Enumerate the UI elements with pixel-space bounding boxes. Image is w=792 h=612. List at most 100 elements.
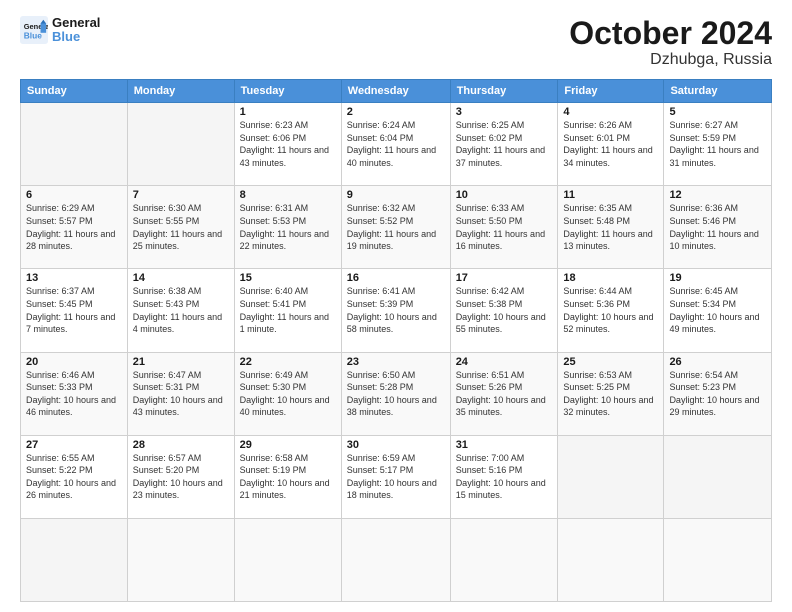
svg-text:Blue: Blue	[24, 31, 42, 41]
day-info: Sunrise: 6:54 AM Sunset: 5:23 PM Dayligh…	[669, 369, 766, 419]
calendar-cell: 9Sunrise: 6:32 AM Sunset: 5:52 PM Daylig…	[341, 186, 450, 269]
day-info: Sunrise: 6:32 AM Sunset: 5:52 PM Dayligh…	[347, 202, 445, 252]
day-number: 7	[133, 189, 229, 201]
day-info: Sunrise: 6:25 AM Sunset: 6:02 PM Dayligh…	[456, 119, 553, 169]
calendar-cell	[234, 518, 341, 601]
day-info: Sunrise: 6:33 AM Sunset: 5:50 PM Dayligh…	[456, 202, 553, 252]
day-info: Sunrise: 6:59 AM Sunset: 5:17 PM Dayligh…	[347, 452, 445, 502]
calendar-cell: 10Sunrise: 6:33 AM Sunset: 5:50 PM Dayli…	[450, 186, 558, 269]
calendar-cell: 11Sunrise: 6:35 AM Sunset: 5:48 PM Dayli…	[558, 186, 664, 269]
calendar-cell	[664, 435, 772, 518]
calendar-cell	[558, 518, 664, 601]
calendar-cell: 1Sunrise: 6:23 AM Sunset: 6:06 PM Daylig…	[234, 103, 341, 186]
page-subtitle: Dzhubga, Russia	[569, 51, 772, 69]
day-info: Sunrise: 6:36 AM Sunset: 5:46 PM Dayligh…	[669, 202, 766, 252]
day-number: 19	[669, 272, 766, 284]
title-block: October 2024 Dzhubga, Russia	[569, 16, 772, 69]
calendar-cell	[127, 103, 234, 186]
page-title: October 2024	[569, 16, 772, 51]
day-number: 23	[347, 356, 445, 368]
calendar-cell: 31Sunrise: 7:00 AM Sunset: 5:16 PM Dayli…	[450, 435, 558, 518]
day-number: 12	[669, 189, 766, 201]
calendar-cell: 24Sunrise: 6:51 AM Sunset: 5:26 PM Dayli…	[450, 352, 558, 435]
calendar: SundayMondayTuesdayWednesdayThursdayFrid…	[20, 79, 772, 602]
day-number: 26	[669, 356, 766, 368]
day-info: Sunrise: 6:44 AM Sunset: 5:36 PM Dayligh…	[563, 285, 658, 335]
day-number: 1	[240, 106, 336, 118]
day-info: Sunrise: 6:49 AM Sunset: 5:30 PM Dayligh…	[240, 369, 336, 419]
day-info: Sunrise: 6:55 AM Sunset: 5:22 PM Dayligh…	[26, 452, 122, 502]
weekday-header-sunday: Sunday	[21, 80, 128, 103]
logo: General Blue General Blue	[20, 16, 100, 45]
logo-text-line2: Blue	[52, 30, 100, 44]
weekday-header-thursday: Thursday	[450, 80, 558, 103]
weekday-header-saturday: Saturday	[664, 80, 772, 103]
weekday-header-friday: Friday	[558, 80, 664, 103]
day-info: Sunrise: 6:23 AM Sunset: 6:06 PM Dayligh…	[240, 119, 336, 169]
weekday-header-monday: Monday	[127, 80, 234, 103]
calendar-cell: 12Sunrise: 6:36 AM Sunset: 5:46 PM Dayli…	[664, 186, 772, 269]
day-number: 27	[26, 439, 122, 451]
day-number: 21	[133, 356, 229, 368]
calendar-cell	[341, 518, 450, 601]
day-number: 6	[26, 189, 122, 201]
day-info: Sunrise: 6:40 AM Sunset: 5:41 PM Dayligh…	[240, 285, 336, 335]
day-info: Sunrise: 6:41 AM Sunset: 5:39 PM Dayligh…	[347, 285, 445, 335]
day-info: Sunrise: 6:51 AM Sunset: 5:26 PM Dayligh…	[456, 369, 553, 419]
calendar-cell: 6Sunrise: 6:29 AM Sunset: 5:57 PM Daylig…	[21, 186, 128, 269]
day-info: Sunrise: 6:42 AM Sunset: 5:38 PM Dayligh…	[456, 285, 553, 335]
day-info: Sunrise: 6:46 AM Sunset: 5:33 PM Dayligh…	[26, 369, 122, 419]
day-number: 10	[456, 189, 553, 201]
day-number: 18	[563, 272, 658, 284]
day-number: 5	[669, 106, 766, 118]
calendar-cell: 22Sunrise: 6:49 AM Sunset: 5:30 PM Dayli…	[234, 352, 341, 435]
calendar-cell: 26Sunrise: 6:54 AM Sunset: 5:23 PM Dayli…	[664, 352, 772, 435]
day-info: Sunrise: 6:37 AM Sunset: 5:45 PM Dayligh…	[26, 285, 122, 335]
day-info: Sunrise: 6:57 AM Sunset: 5:20 PM Dayligh…	[133, 452, 229, 502]
calendar-cell: 14Sunrise: 6:38 AM Sunset: 5:43 PM Dayli…	[127, 269, 234, 352]
day-number: 13	[26, 272, 122, 284]
day-info: Sunrise: 6:53 AM Sunset: 5:25 PM Dayligh…	[563, 369, 658, 419]
day-number: 30	[347, 439, 445, 451]
calendar-cell: 16Sunrise: 6:41 AM Sunset: 5:39 PM Dayli…	[341, 269, 450, 352]
weekday-header-wednesday: Wednesday	[341, 80, 450, 103]
calendar-cell	[127, 518, 234, 601]
calendar-cell: 30Sunrise: 6:59 AM Sunset: 5:17 PM Dayli…	[341, 435, 450, 518]
day-info: Sunrise: 6:50 AM Sunset: 5:28 PM Dayligh…	[347, 369, 445, 419]
day-number: 29	[240, 439, 336, 451]
calendar-cell: 15Sunrise: 6:40 AM Sunset: 5:41 PM Dayli…	[234, 269, 341, 352]
day-number: 14	[133, 272, 229, 284]
day-number: 8	[240, 189, 336, 201]
calendar-cell: 7Sunrise: 6:30 AM Sunset: 5:55 PM Daylig…	[127, 186, 234, 269]
day-info: Sunrise: 7:00 AM Sunset: 5:16 PM Dayligh…	[456, 452, 553, 502]
calendar-cell: 20Sunrise: 6:46 AM Sunset: 5:33 PM Dayli…	[21, 352, 128, 435]
calendar-cell: 18Sunrise: 6:44 AM Sunset: 5:36 PM Dayli…	[558, 269, 664, 352]
calendar-cell: 23Sunrise: 6:50 AM Sunset: 5:28 PM Dayli…	[341, 352, 450, 435]
day-number: 28	[133, 439, 229, 451]
day-info: Sunrise: 6:38 AM Sunset: 5:43 PM Dayligh…	[133, 285, 229, 335]
calendar-cell: 4Sunrise: 6:26 AM Sunset: 6:01 PM Daylig…	[558, 103, 664, 186]
day-number: 20	[26, 356, 122, 368]
logo-text-line1: General	[52, 16, 100, 30]
day-info: Sunrise: 6:27 AM Sunset: 5:59 PM Dayligh…	[669, 119, 766, 169]
day-info: Sunrise: 6:31 AM Sunset: 5:53 PM Dayligh…	[240, 202, 336, 252]
calendar-cell: 19Sunrise: 6:45 AM Sunset: 5:34 PM Dayli…	[664, 269, 772, 352]
day-info: Sunrise: 6:47 AM Sunset: 5:31 PM Dayligh…	[133, 369, 229, 419]
day-number: 9	[347, 189, 445, 201]
day-number: 3	[456, 106, 553, 118]
day-number: 11	[563, 189, 658, 201]
day-info: Sunrise: 6:24 AM Sunset: 6:04 PM Dayligh…	[347, 119, 445, 169]
calendar-cell: 21Sunrise: 6:47 AM Sunset: 5:31 PM Dayli…	[127, 352, 234, 435]
calendar-cell: 25Sunrise: 6:53 AM Sunset: 5:25 PM Dayli…	[558, 352, 664, 435]
calendar-cell: 17Sunrise: 6:42 AM Sunset: 5:38 PM Dayli…	[450, 269, 558, 352]
day-number: 2	[347, 106, 445, 118]
calendar-cell: 5Sunrise: 6:27 AM Sunset: 5:59 PM Daylig…	[664, 103, 772, 186]
day-number: 25	[563, 356, 658, 368]
calendar-cell: 13Sunrise: 6:37 AM Sunset: 5:45 PM Dayli…	[21, 269, 128, 352]
day-info: Sunrise: 6:26 AM Sunset: 6:01 PM Dayligh…	[563, 119, 658, 169]
day-number: 31	[456, 439, 553, 451]
day-info: Sunrise: 6:29 AM Sunset: 5:57 PM Dayligh…	[26, 202, 122, 252]
logo-icon: General Blue	[20, 16, 48, 44]
calendar-cell: 27Sunrise: 6:55 AM Sunset: 5:22 PM Dayli…	[21, 435, 128, 518]
day-info: Sunrise: 6:35 AM Sunset: 5:48 PM Dayligh…	[563, 202, 658, 252]
